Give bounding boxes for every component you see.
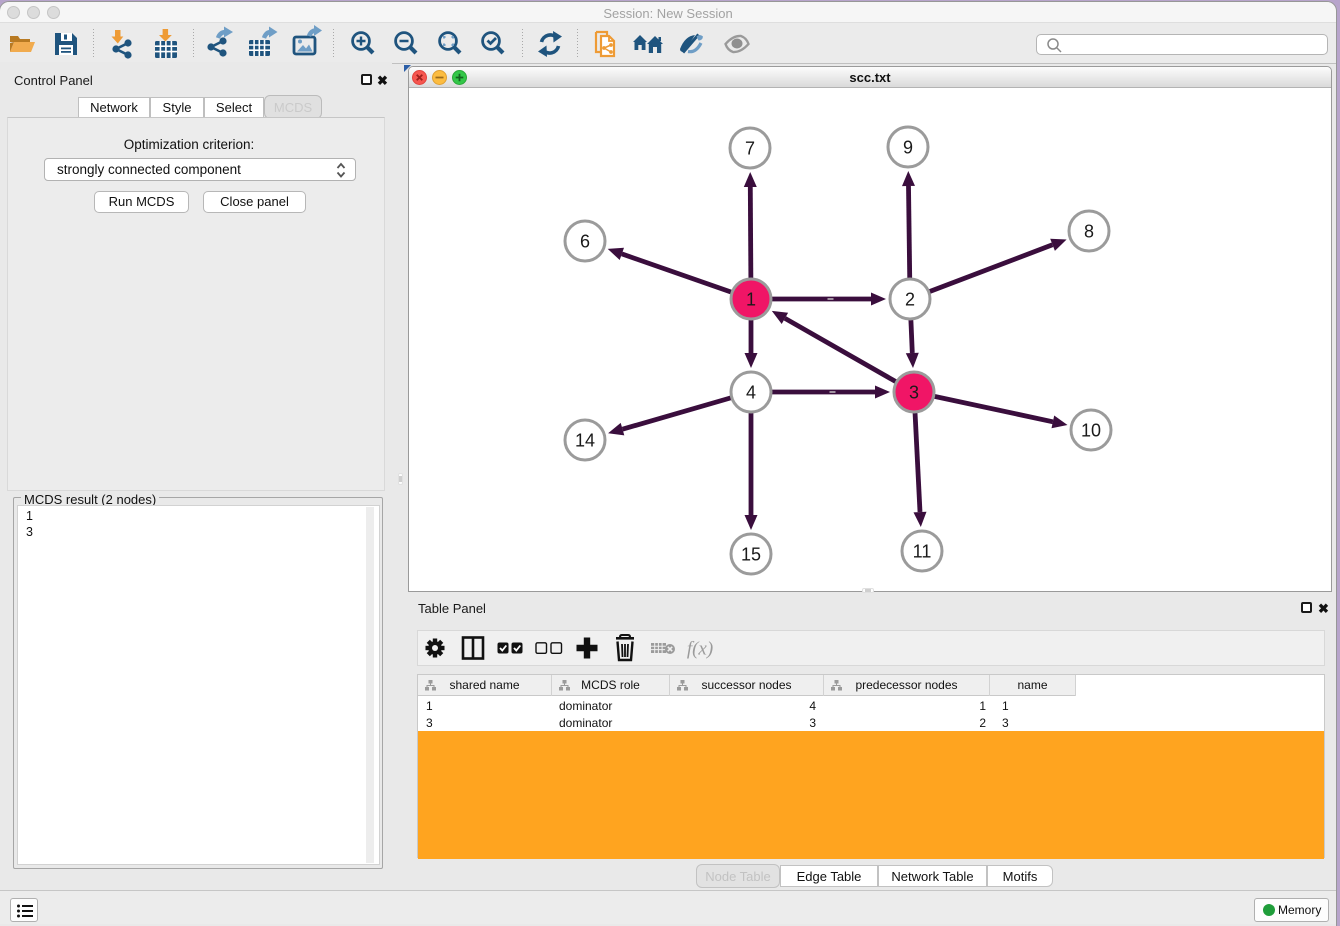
svg-text:3: 3 bbox=[909, 383, 919, 403]
svg-text:6: 6 bbox=[580, 232, 590, 252]
svg-text:14: 14 bbox=[575, 431, 595, 451]
svg-text:15: 15 bbox=[741, 545, 761, 565]
svg-text:4: 4 bbox=[746, 383, 756, 403]
svg-text:2: 2 bbox=[905, 290, 915, 310]
svg-text:11: 11 bbox=[913, 542, 932, 562]
svg-text:9: 9 bbox=[903, 138, 913, 158]
svg-text:8: 8 bbox=[1084, 222, 1094, 242]
svg-text:10: 10 bbox=[1081, 421, 1101, 441]
svg-text:f(x): f(x) bbox=[687, 639, 713, 660]
svg-text:7: 7 bbox=[745, 139, 755, 159]
svg-text:1: 1 bbox=[746, 290, 756, 310]
